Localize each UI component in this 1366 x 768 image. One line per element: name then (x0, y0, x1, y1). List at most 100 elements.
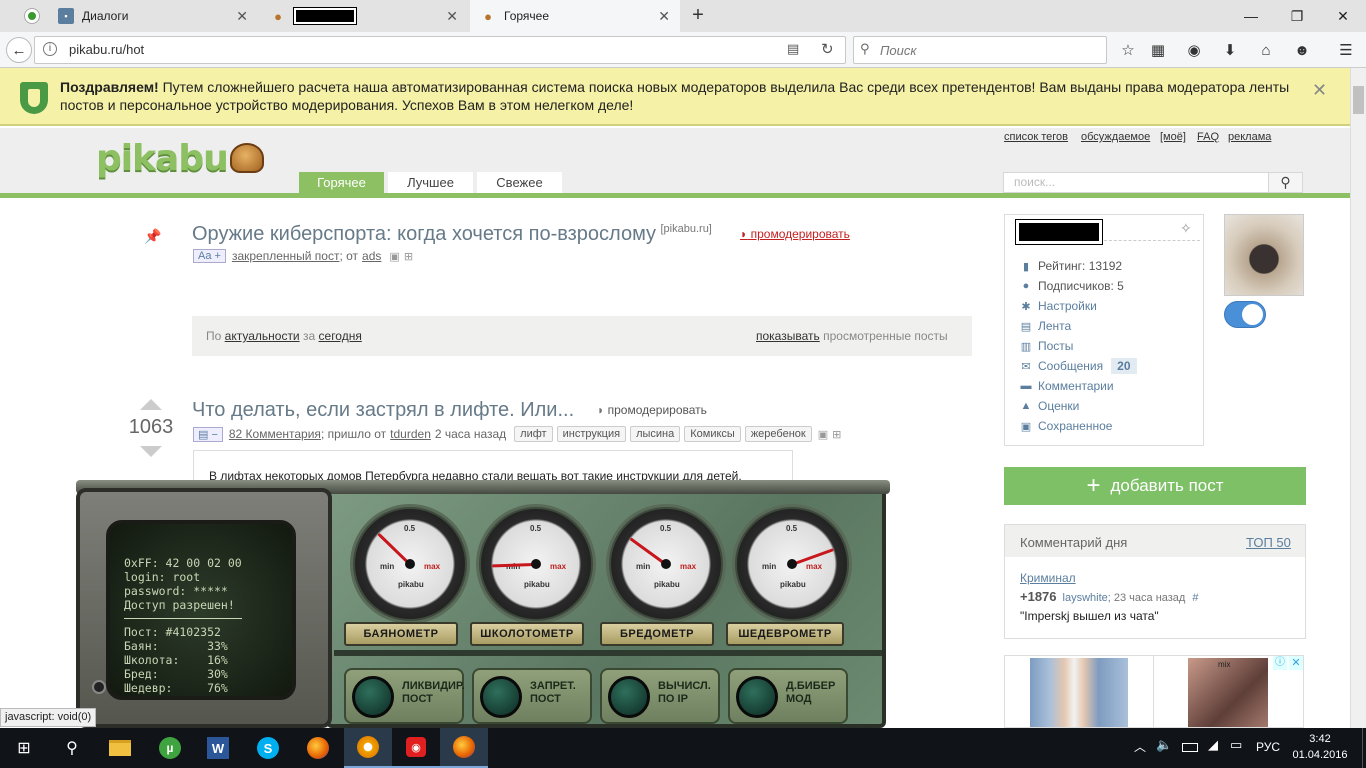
pin-profile-icon[interactable]: ✧ (1180, 220, 1192, 237)
ad-block[interactable]: mix ⓘ ✕ (1004, 655, 1304, 728)
close-icon[interactable]: ✕ (446, 8, 458, 25)
info-icon[interactable]: i (43, 42, 57, 56)
profile-menu-item[interactable]: ▤ Лента (1020, 318, 1071, 334)
emoji-icon[interactable]: ☻ (1290, 38, 1314, 62)
cod-post-link[interactable]: Криминал (1020, 571, 1076, 585)
power-button[interactable] (92, 680, 106, 694)
sort-link[interactable]: актуальности (225, 329, 300, 343)
profile-menu-item[interactable]: ▬ Комментарии (1020, 378, 1114, 394)
profile-menu-item[interactable]: ✱ Настройки (1020, 298, 1096, 314)
file-explorer-icon[interactable] (96, 728, 144, 768)
close-icon[interactable]: ✕ (1312, 80, 1327, 101)
new-tab-button[interactable]: + (686, 4, 710, 28)
site-logo[interactable]: pikabu (96, 136, 264, 180)
top-link-tags[interactable]: список тегов (1004, 131, 1068, 143)
moderate-link-pinned[interactable]: ◗ промодерировать (740, 227, 850, 241)
firefox-active-icon[interactable] (440, 728, 488, 768)
tab-redacted[interactable]: ● ✕ (260, 0, 468, 32)
messages-badge[interactable]: 20 (1111, 358, 1137, 374)
cod-top-link[interactable]: ТОП 50 (1246, 535, 1291, 550)
profile-menu-item[interactable]: ▲ Оценки (1020, 398, 1080, 414)
view-toggle-icon[interactable]: ▤ − (193, 426, 223, 442)
save-icon[interactable]: ▣ (389, 250, 399, 263)
url-text[interactable]: pikabu.ru/hot (69, 42, 144, 57)
add-post-button[interactable]: + добавить пост (1004, 467, 1306, 505)
search-icon[interactable]: ⚲ (48, 728, 96, 768)
ad-image-jeans[interactable] (1030, 658, 1128, 727)
username-redacted[interactable] (1015, 219, 1103, 245)
cod-hash[interactable]: # (1192, 592, 1198, 604)
profile-menu-item[interactable]: ▣ Сохраненное (1020, 418, 1113, 434)
recorder-icon[interactable]: ◉ (392, 728, 440, 768)
action-button[interactable] (608, 676, 650, 718)
language-indicator[interactable]: РУС (1256, 740, 1280, 754)
theme-toggle[interactable] (1224, 301, 1266, 328)
site-search-input[interactable]: поиск... (1003, 172, 1303, 193)
battery-icon[interactable] (1182, 743, 1198, 752)
bookmarks-list-icon[interactable]: ▦ (1146, 38, 1170, 62)
utorrent-icon[interactable]: µ (146, 728, 194, 768)
top-link-faq[interactable]: FAQ (1197, 131, 1219, 143)
top-link-discussed[interactable]: обсуждаемое (1081, 131, 1150, 143)
tab-best[interactable]: Лучшее (388, 172, 473, 193)
browser-search-box[interactable]: ⚲ Поиск (853, 36, 1107, 64)
close-window-button[interactable]: ✕ (1320, 0, 1366, 32)
top-link-mine[interactable]: [моё] (1160, 131, 1186, 143)
upvote-button[interactable] (140, 399, 162, 410)
tab-hot-site[interactable]: Горячее (299, 172, 384, 193)
minimize-button[interactable]: — (1228, 0, 1274, 32)
word-icon[interactable]: W (194, 728, 242, 768)
pinned-author[interactable]: ads (362, 249, 381, 263)
close-icon[interactable]: ✕ (236, 8, 248, 25)
aimp-icon[interactable] (344, 728, 392, 768)
ad-info-icon[interactable]: ⓘ (1273, 656, 1287, 670)
action-button[interactable] (480, 676, 522, 718)
post-tag[interactable]: лифт (514, 426, 553, 442)
ad-close-icon[interactable]: ✕ (1289, 656, 1303, 670)
skype-icon[interactable]: S (244, 728, 292, 768)
show-desktop-button[interactable] (1362, 728, 1366, 768)
tab-hot[interactable]: ● Горячее ✕ (470, 0, 680, 32)
tray-chevron-icon[interactable]: ︿ (1134, 738, 1146, 755)
notification-icon[interactable]: ▭ (1230, 737, 1242, 753)
start-button[interactable]: ⊞ (0, 728, 48, 768)
font-size-badge[interactable]: Aa + (193, 249, 226, 263)
avatar[interactable] (1224, 214, 1304, 296)
firefox-icon[interactable] (294, 728, 342, 768)
period-link[interactable]: сегодня (319, 329, 362, 343)
menu-icon[interactable]: ☰ (1334, 38, 1358, 62)
page-scrollbar[interactable] (1350, 68, 1366, 728)
top-link-ads[interactable]: реклама (1228, 131, 1271, 143)
pocket-icon[interactable]: ◉ (1182, 38, 1206, 62)
scrollbar-thumb[interactable] (1353, 86, 1364, 114)
search-icon[interactable]: ⚲ (1268, 172, 1303, 193)
expand-icon[interactable]: ⊞ (404, 250, 413, 263)
pinned-post-title[interactable]: Оружие киберспорта: когда хочется по-взр… (192, 223, 656, 245)
action-button[interactable] (352, 676, 394, 718)
post-author[interactable]: tdurden (390, 427, 431, 441)
close-icon[interactable]: ✕ (658, 8, 670, 25)
post-tag[interactable]: жеребенок (744, 426, 812, 442)
bookmark-star-icon[interactable]: ☆ (1116, 38, 1140, 62)
home-icon[interactable]: ⌂ (1254, 38, 1278, 62)
volume-icon[interactable]: 🔈 (1156, 737, 1172, 753)
reader-view-icon[interactable]: ▤ (787, 41, 799, 57)
reload-icon[interactable]: ↻ (821, 40, 834, 58)
expand-icon[interactable]: ⊞ (832, 428, 841, 441)
profile-menu-item[interactable]: ▥ Посты (1020, 338, 1074, 354)
download-icon[interactable]: ⬇ (1218, 38, 1242, 62)
post-title[interactable]: Что делать, если застрял в лифте. Или... (192, 399, 574, 422)
downvote-button[interactable] (140, 446, 162, 457)
save-icon[interactable]: ▣ (818, 428, 828, 441)
url-bar[interactable]: i pikabu.ru/hot ▤ ↻ (34, 36, 846, 64)
maximize-button[interactable]: ❐ (1274, 0, 1320, 32)
tab-dialogs[interactable]: ▪ Диалоги ✕ (48, 0, 258, 32)
back-button[interactable]: ← (6, 37, 32, 63)
clock[interactable]: 3:42 01.04.2016 (1290, 731, 1350, 763)
action-button[interactable] (736, 676, 778, 718)
comments-link[interactable]: 82 Комментария (229, 427, 321, 441)
ad-image-photo[interactable]: mix (1188, 658, 1268, 727)
profile-menu-item[interactable]: ✉ Сообщения 20 (1020, 358, 1137, 374)
tab-fresh[interactable]: Свежее (477, 172, 562, 193)
cod-author[interactable]: layswhite (1063, 592, 1108, 604)
